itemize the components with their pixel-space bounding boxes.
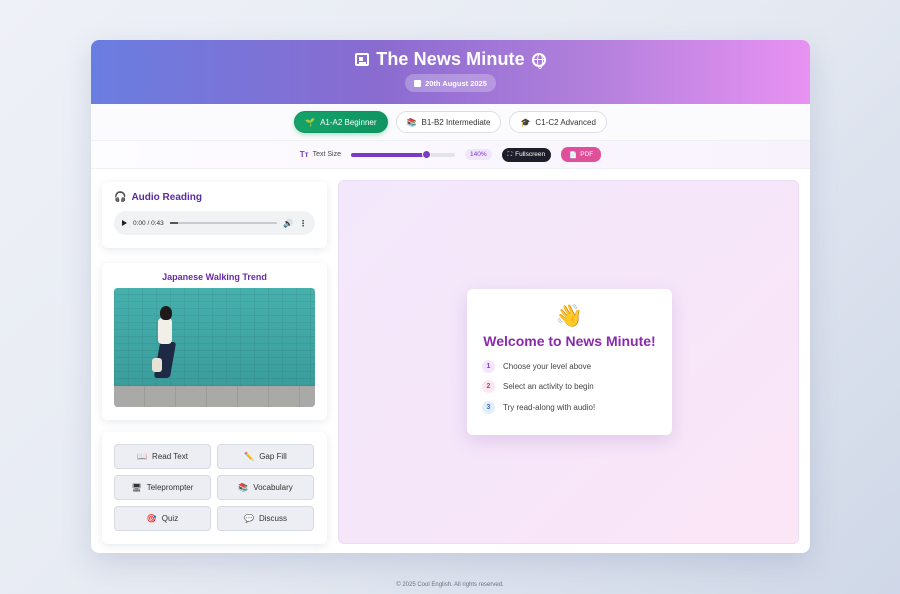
page-title: The News Minute [376,49,525,69]
pdf-label: PDF [580,151,594,158]
article-image-card: Japanese Walking Trend [102,263,327,420]
gap-fill-button[interactable]: ✏️ Gap Fill [217,444,314,469]
pencil-icon: ✏️ [244,452,255,461]
book-icon: 📖 [137,452,148,461]
action-label: Gap Fill [259,452,287,461]
fullscreen-button[interactable]: ⛶ Fullscreen [501,147,552,162]
action-label: Read Text [152,452,188,461]
calendar-icon [414,79,422,87]
speech-bubble-icon: 💬 [244,514,254,523]
text-size-value: 140% [464,149,492,160]
more-options-icon[interactable]: ⋮ [299,219,307,228]
slider-handle[interactable] [422,149,432,159]
photo-floor [114,385,315,407]
level-label: B1-B2 Intermediate [421,117,491,127]
activities-card: 📖 Read Text ✏️ Gap Fill 🖥 Teleprompter 📚… [102,432,327,544]
step-text: Choose your level above [503,361,592,371]
discuss-button[interactable]: 💬 Discuss [217,506,314,531]
activities-grid: 📖 Read Text ✏️ Gap Fill 🖥 Teleprompter 📚… [114,444,315,531]
welcome-step: 2 Select an activity to begin [482,377,672,398]
step-text: Try read-along with audio! [503,402,596,412]
toolbar: Tт Text Size 140% ⛶ Fullscreen 📄 PDF [91,141,810,169]
footer: © 2025 Cool English. All rights reserved… [396,582,504,588]
target-icon: 🎯 [146,514,157,523]
read-text-button[interactable]: 📖 Read Text [114,444,211,469]
text-size-text: Text Size [312,151,341,158]
audio-title-text: Audio Reading [131,192,203,203]
welcome-steps: 1 Choose your level above 2 Select an ac… [467,356,672,418]
level-advanced-button[interactable]: 🎓 C1-C2 Advanced [509,111,607,133]
fullscreen-icon: ⛶ [507,150,513,158]
main-panel: 👋 Welcome to News Minute! 1 Choose your … [338,180,799,544]
level-label: C1-C2 Advanced [535,117,596,127]
text-size-label: Tт Text Size [300,150,341,159]
pdf-button[interactable]: 📄 PDF [561,147,602,162]
content-area: 🎧 Audio Reading 0:00 / 0:43 🔊 ⋮ Japanese… [91,170,810,553]
teleprompter-button[interactable]: 🖥 Teleprompter [114,475,211,500]
globe-icon [531,52,546,69]
vocabulary-button[interactable]: 📚 Vocabulary [217,475,314,500]
audio-card: 🎧 Audio Reading 0:00 / 0:43 🔊 ⋮ [102,182,327,248]
document-icon: 📄 [569,151,578,159]
audio-player: 0:00 / 0:43 🔊 ⋮ [114,211,315,235]
person-body [158,318,172,344]
quiz-button[interactable]: 🎯 Quiz [114,506,211,531]
level-label: A1-A2 Beginner [320,117,377,127]
audio-time: 0:00 / 0:43 [133,219,164,227]
step-text: Select an activity to begin [503,382,594,392]
action-label: Discuss [258,514,287,523]
text-size-icon: Tт [299,150,309,159]
title-row: The News Minute [355,49,546,70]
graduation-cap-icon: 🎓 [520,117,531,127]
play-icon[interactable] [122,220,127,226]
headphones-icon: 🎧 [114,192,127,203]
article-photo [114,288,315,407]
audio-title: 🎧 Audio Reading [114,192,315,203]
newspaper-icon [355,53,370,66]
step-number: 1 [482,359,495,373]
waving-hand-icon: 👋 [555,303,584,328]
monitor-icon: 🖥 [131,483,142,492]
level-selector: 🌱 A1-A2 Beginner 📚 B1-B2 Intermediate 🎓 … [91,104,810,141]
date-text: 20th August 2025 [425,78,487,88]
welcome-card: 👋 Welcome to News Minute! 1 Choose your … [467,289,672,435]
level-intermediate-button[interactable]: 📚 B1-B2 Intermediate [395,111,502,133]
person-bag [152,358,162,372]
books-icon: 📚 [238,483,249,492]
person-head [160,306,172,320]
audio-seek-bar[interactable] [169,222,278,224]
books-icon: 📚 [406,117,417,127]
app-window: The News Minute 20th August 2025 🌱 A1-A2… [91,40,810,553]
volume-icon[interactable]: 🔊 [283,219,293,228]
action-label: Quiz [161,514,179,523]
step-number: 3 [482,400,495,414]
welcome-step: 1 Choose your level above [482,356,672,377]
article-title: Japanese Walking Trend [162,272,267,282]
photo-wall [114,288,315,386]
welcome-title: Welcome to News Minute! [483,333,656,349]
slider-fill [350,152,427,157]
fullscreen-label: Fullscreen [515,151,546,158]
step-number: 2 [482,380,495,394]
text-size-slider[interactable] [350,149,455,159]
date-badge: 20th August 2025 [405,74,496,92]
action-label: Vocabulary [253,483,293,492]
welcome-step: 3 Try read-along with audio! [482,397,672,418]
sprout-icon: 🌱 [305,117,316,127]
level-beginner-button[interactable]: 🌱 A1-A2 Beginner [294,111,388,133]
header: The News Minute 20th August 2025 [91,40,810,104]
action-label: Teleprompter [146,483,194,492]
